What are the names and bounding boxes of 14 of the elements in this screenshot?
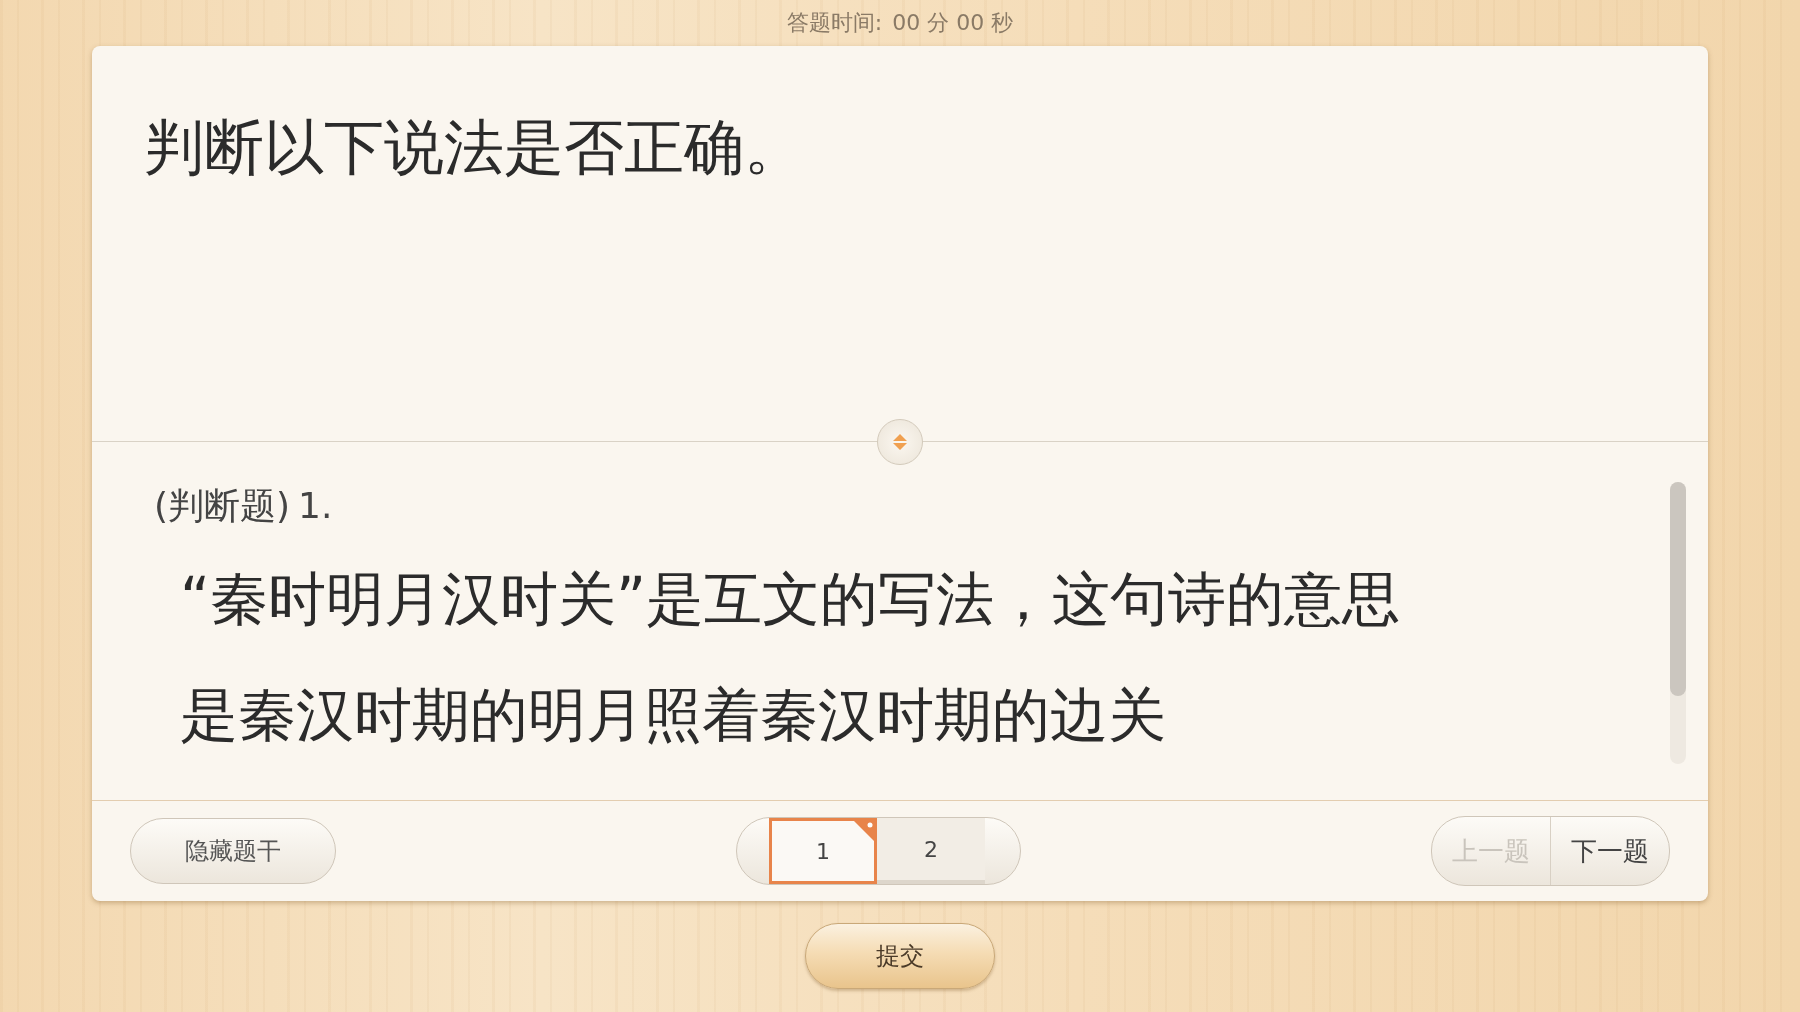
- question-stem: 判断以下说法是否正确。: [144, 111, 805, 184]
- timer-value: 00 分 00 秒: [892, 9, 1014, 37]
- question-text: 是秦汉时期的明月照着秦汉时期的边关: [179, 680, 1167, 751]
- resize-handle[interactable]: [877, 419, 923, 465]
- page-tab[interactable]: 1: [769, 818, 877, 884]
- question-text: “秦时明月汉时关”是互文的写法，这句诗的意思: [179, 564, 1402, 635]
- nav-button[interactable]: 下一题: [1550, 817, 1669, 885]
- hide-stem-button[interactable]: 隐藏题干: [130, 818, 336, 884]
- question-type: (判断题): [154, 484, 291, 528]
- page-tab[interactable]: 2: [877, 818, 985, 884]
- timer-label: 答题时间:: [786, 9, 883, 37]
- submit-button[interactable]: 提交: [805, 923, 995, 989]
- scrollbar[interactable]: [1670, 482, 1686, 764]
- question-number: 1.: [298, 485, 333, 526]
